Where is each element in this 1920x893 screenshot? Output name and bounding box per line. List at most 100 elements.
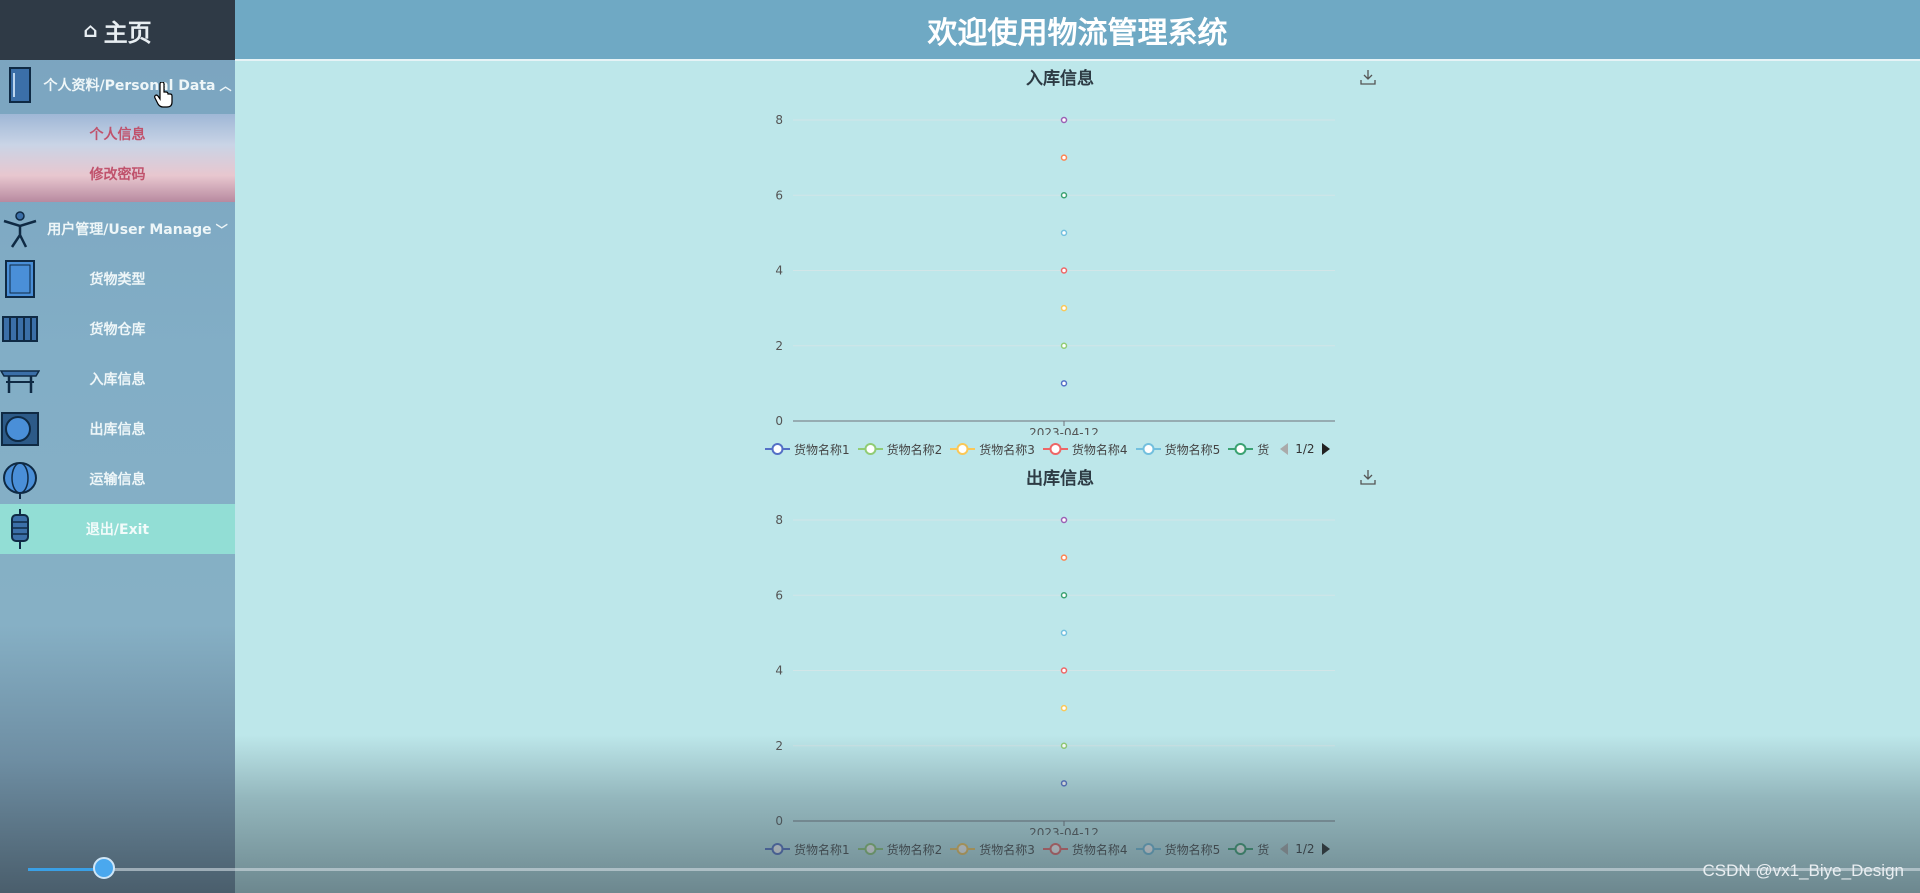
video-progress-handle[interactable] — [92, 857, 115, 879]
legend-item[interactable]: 货 — [1228, 441, 1269, 458]
x-tick-label: 2023-04-12 — [1029, 826, 1099, 835]
legend-label: 货 — [1257, 842, 1270, 857]
data-point — [1060, 629, 1068, 637]
legend-marker — [1042, 843, 1068, 855]
legend-pager: 1/2 — [1279, 842, 1330, 856]
legend-item[interactable]: 货物名称4 — [1042, 841, 1128, 858]
pointer-hand-icon — [154, 82, 173, 108]
legend-label: 货物名称1 — [794, 842, 850, 857]
legend-label: 货 — [1257, 442, 1270, 457]
legend-label: 货物名称5 — [1164, 442, 1221, 457]
book-icon — [5, 260, 35, 298]
legend-marker — [765, 843, 790, 855]
y-tick-label: 0 — [775, 814, 783, 828]
legend-marker — [1135, 843, 1161, 855]
video-progress-bar[interactable] — [28, 857, 1920, 879]
outbound-chart: 出库信息 0 2 4 6 8 2023-04-12 货物名称1 货物名称2 货物名称3 货物名称… — [740, 460, 1380, 860]
y-tick-label: 8 — [775, 113, 783, 127]
submenu-item-change-password[interactable]: 修改密码 — [0, 154, 235, 194]
legend-marker — [1228, 843, 1254, 855]
legend-page-indicator: 1/2 — [1295, 842, 1315, 856]
legend-marker — [950, 443, 976, 455]
data-point — [1060, 267, 1068, 274]
menu-user-manage-label: 用户管理/User Manage — [47, 222, 212, 238]
y-tick-label: 4 — [775, 264, 783, 278]
legend-item[interactable]: 货物名称2 — [857, 441, 943, 458]
y-tick-label: 6 — [775, 588, 783, 602]
y-tick-label: 2 — [775, 739, 783, 753]
data-point — [1060, 704, 1068, 712]
legend-label: 货物名称5 — [1164, 842, 1221, 857]
scroll-icon — [2, 316, 38, 342]
legend-next-icon[interactable] — [1321, 442, 1331, 456]
y-tick-label: 4 — [775, 664, 783, 678]
y-tick-label: 6 — [775, 188, 783, 202]
chart-plot: 0 2 4 6 8 2023-04-12 — [775, 113, 1335, 435]
menu-outbound-info[interactable]: 出库信息 — [0, 404, 235, 454]
legend-pager: 1/2 — [1279, 442, 1330, 456]
data-point — [1060, 229, 1068, 237]
legend-prev-icon[interactable] — [1279, 442, 1289, 456]
x-tick-label: 2023-04-12 — [1029, 426, 1099, 435]
chart-plot: 0 2 4 6 8 2023-04-12 — [775, 513, 1335, 835]
data-point — [1060, 516, 1068, 524]
chart-legend: 货物名称1 货物名称2 货物名称3 货物名称4 货物名称5 货 1/2 — [765, 439, 1331, 459]
sidebar: ⌂ 主页 个人资料/Personal Data ︿ 个人信息 修改密码 用户管理/… — [0, 0, 235, 893]
menu-inbound-info[interactable]: 入库信息 — [0, 354, 235, 404]
legend-label: 货物名称1 — [794, 442, 850, 457]
legend-item[interactable]: 货物名称4 — [1042, 441, 1128, 458]
y-tick-label: 8 — [775, 513, 783, 527]
menu-transport-info[interactable]: 运输信息 — [0, 454, 235, 504]
data-point — [1060, 116, 1068, 124]
page-header: 欢迎使用物流管理系统 — [235, 0, 1920, 61]
chevron-down-icon: ﹀ — [215, 223, 228, 237]
data-point — [1060, 304, 1068, 312]
legend-marker — [857, 843, 883, 855]
legend-label: 货物名称4 — [1071, 442, 1128, 457]
legend-prev-icon[interactable] — [1279, 842, 1289, 856]
chevron-up-icon: ︿ — [219, 79, 232, 93]
legend-item[interactable]: 货物名称1 — [765, 441, 850, 458]
legend-item[interactable]: 货物名称5 — [1135, 441, 1221, 458]
legend-next-icon[interactable] — [1321, 842, 1331, 856]
menu-personal-data[interactable]: 个人资料/Personal Data ︿ — [0, 60, 235, 110]
data-point — [1060, 342, 1068, 349]
gate-icon — [0, 370, 40, 393]
legend-marker — [857, 443, 883, 455]
data-point — [1060, 192, 1068, 199]
y-tick-label: 0 — [775, 414, 783, 428]
data-point — [1060, 742, 1068, 749]
page-title: 欢迎使用物流管理系统 — [927, 15, 1228, 51]
legend-item[interactable]: 货物名称3 — [950, 441, 1035, 458]
legend-marker — [1042, 443, 1068, 455]
menu-user-manage[interactable]: 用户管理/User Manage ﹀ — [0, 204, 235, 254]
y-tick-label: 2 — [775, 339, 783, 353]
legend-marker — [950, 843, 976, 855]
home-label: 主页 — [103, 18, 152, 47]
legend-item[interactable]: 货物名称1 — [765, 841, 850, 858]
submenu-item-personal-info[interactable]: 个人信息 — [0, 114, 235, 154]
legend-label: 货物名称2 — [886, 442, 943, 457]
legend-page-indicator: 1/2 — [1295, 442, 1315, 456]
legend-item[interactable]: 货物名称3 — [950, 841, 1035, 858]
figure-icon — [3, 211, 37, 248]
watermark: CSDN @vx1_Biye_Design — [1702, 861, 1904, 880]
menu-exit[interactable]: 退出/Exit — [0, 504, 235, 554]
legend-item[interactable]: 货物名称2 — [857, 841, 942, 858]
legend-item[interactable]: 货 — [1228, 841, 1269, 858]
legend-item[interactable]: 货物名称5 — [1135, 841, 1221, 858]
inbound-chart: 入库信息 0 2 4 6 8 2023-04-12 货物名称1 货物名称2 货物名称3 货物名称… — [740, 60, 1380, 460]
hanging-lantern-icon — [11, 509, 29, 549]
chart-legend: 货物名称1 货物名称2 货物名称3 货物名称4 货物名称5 货 1/2 — [765, 839, 1331, 859]
menu-goods-warehouse[interactable]: 货物仓库 — [0, 304, 235, 354]
data-point — [1060, 554, 1068, 561]
menu-goods-type[interactable]: 货物类型 — [0, 254, 235, 304]
data-point — [1060, 380, 1068, 387]
menu-personal-data-label: 个人资料/Personal Data — [43, 78, 216, 94]
data-point — [1060, 154, 1068, 161]
home-link[interactable]: ⌂ 主页 — [0, 0, 235, 60]
legend-label: 货物名称3 — [979, 442, 1035, 457]
data-point — [1060, 592, 1068, 599]
lantern-icon — [3, 462, 37, 499]
frame-icon — [1, 412, 39, 446]
